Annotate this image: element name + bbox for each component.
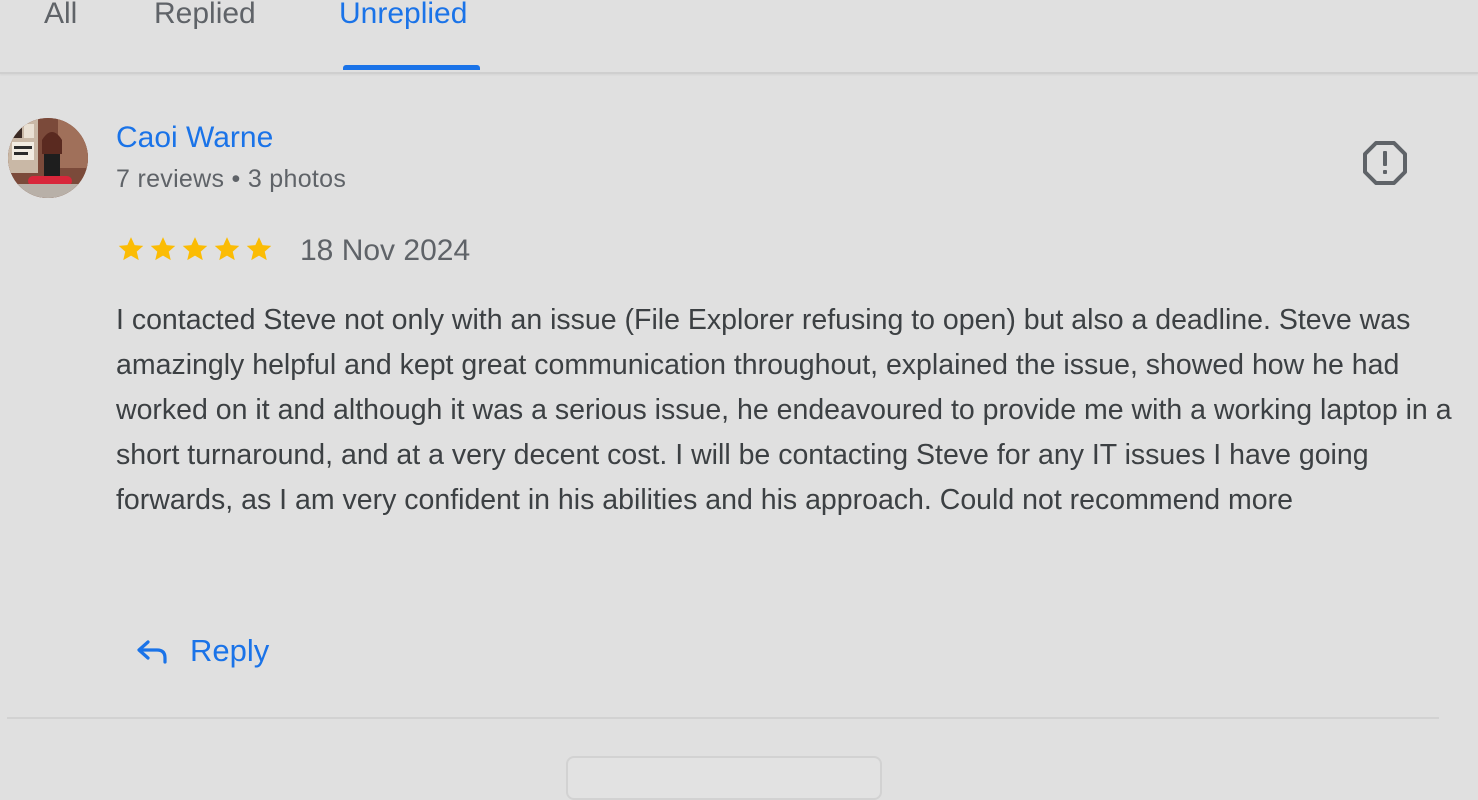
- star-icon: [246, 237, 272, 261]
- review-filter-tabs: All Replied Unreplied: [0, 0, 1478, 74]
- reviewer-stats: 7 reviews • 3 photos: [116, 165, 347, 193]
- tab-replied[interactable]: Replied: [154, 0, 256, 31]
- tab-unreplied[interactable]: Unreplied: [339, 0, 467, 31]
- review-divider: [7, 717, 1439, 719]
- reviewer-avatar[interactable]: [8, 118, 88, 198]
- reply-arrow-icon: [137, 640, 167, 664]
- star-icon: [214, 237, 240, 261]
- reply-button[interactable]: Reply: [134, 626, 269, 676]
- reviewer-name[interactable]: Caoi Warne: [116, 121, 273, 155]
- star-icon: [182, 237, 208, 261]
- reply-label: Reply: [190, 633, 270, 668]
- report-flag-icon[interactable]: [1362, 140, 1408, 186]
- load-more-button[interactable]: [566, 756, 882, 800]
- avatar-photo: [8, 118, 88, 198]
- review-date: 18 Nov 2024: [300, 234, 471, 267]
- active-tab-indicator: [343, 65, 480, 70]
- star-icon: [150, 237, 176, 261]
- review-text: I contacted Steve not only with an issue…: [116, 304, 1452, 516]
- star-rating: [116, 234, 274, 264]
- tab-all[interactable]: All: [44, 0, 77, 31]
- star-icon: [118, 237, 144, 261]
